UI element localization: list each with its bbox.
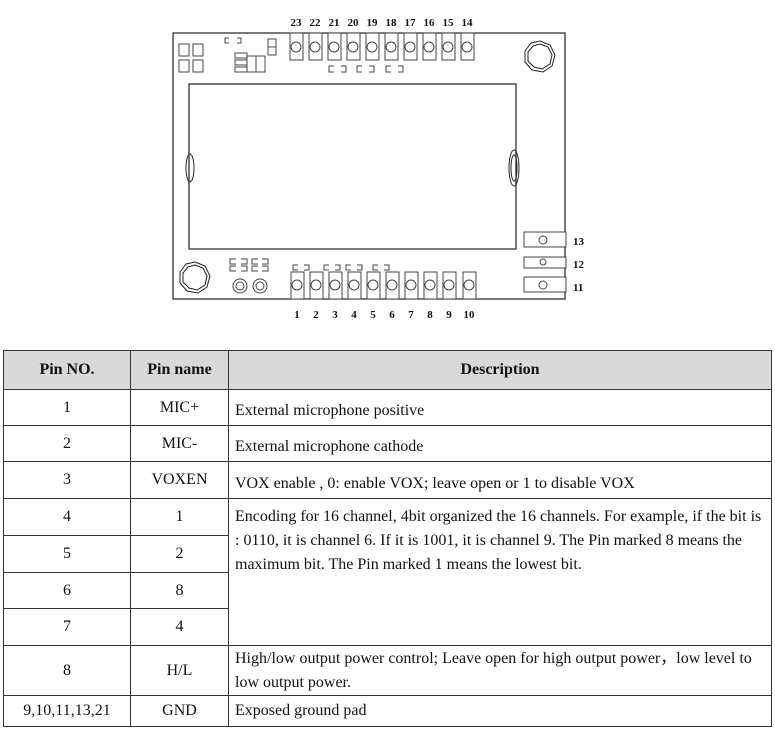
description-cell: External microphone cathode	[228, 425, 772, 462]
pin-name-cell: 1	[130, 498, 229, 536]
pin-label: 8	[427, 309, 433, 321]
pin-label: 6	[389, 309, 395, 321]
description-cell: Exposed ground pad	[228, 695, 772, 727]
pin-no-cell: 2	[3, 425, 131, 462]
pin-name-cell: VOXEN	[130, 461, 229, 499]
pin-no-cell: 5	[3, 535, 131, 573]
pin-description-table: Pin NO. Pin name Description 1 MIC+ Exte…	[3, 350, 772, 727]
pin-label: 16	[424, 17, 436, 29]
pin-label: 19	[367, 17, 379, 29]
pin-label: 21	[329, 17, 340, 29]
table-row: 8 H/L High/low output power control; Lea…	[3, 645, 772, 696]
pin-no-cell: 7	[3, 608, 131, 646]
pin-label: 1	[294, 309, 300, 321]
pcb-outline-svg: 23 22 21 20 19 18 17 16 15 14 1 2 3 4 5 …	[172, 17, 585, 321]
pin-name-cell: 8	[130, 572, 229, 609]
pin-label: 10	[464, 309, 476, 321]
pin-label: 7	[408, 309, 414, 321]
pin-no-cell: 4	[3, 498, 131, 536]
pin-label: 15	[443, 17, 455, 29]
pin-label: 12	[573, 259, 585, 271]
pin-name-cell: 2	[130, 535, 229, 573]
pin-label: 20	[348, 17, 360, 29]
pin-no-cell: 8	[3, 645, 131, 696]
pin-label: 2	[313, 309, 319, 321]
table-row: 2 MIC- External microphone cathode	[3, 425, 772, 462]
pin-label: 4	[351, 309, 357, 321]
pin-label: 22	[310, 17, 322, 29]
description-cell: Encoding for 16 channel, 4bit organized …	[228, 498, 772, 646]
pin-label: 17	[405, 17, 417, 29]
pin-no-cell: 9,10,11,13,21	[3, 695, 131, 727]
pin-no-cell: 6	[3, 572, 131, 609]
pin-label: 11	[573, 282, 583, 294]
pin-pad	[523, 276, 567, 293]
header-description: Description	[228, 350, 772, 390]
table-row: 4 1 Encoding for 16 channel, 4bit organi…	[3, 498, 772, 646]
pin-pad	[523, 231, 567, 248]
table-row: 1 MIC+ External microphone positive	[3, 389, 772, 426]
side-pin-pads	[523, 231, 567, 293]
header-pin-no: Pin NO.	[3, 350, 131, 390]
description-cell: High/low output power control; Leave ope…	[228, 645, 772, 696]
pin-label: 18	[386, 17, 398, 29]
pin-label: 23	[291, 17, 303, 29]
pin-pad	[523, 256, 567, 269]
pin-name-cell: MIC-	[130, 425, 229, 462]
table-header-row: Pin NO. Pin name Description	[3, 350, 772, 390]
pin-label: 5	[370, 309, 376, 321]
table-row: 3 VOXEN VOX enable , 0: enable VOX; leav…	[3, 461, 772, 499]
pin-name-cell: GND	[130, 695, 229, 727]
table-row: 9,10,11,13,21 GND Exposed ground pad	[3, 695, 772, 727]
description-cell: VOX enable , 0: enable VOX; leave open o…	[228, 461, 772, 499]
pin-name-cell: H/L	[130, 645, 229, 696]
description-cell: External microphone positive	[228, 389, 772, 426]
pin-no-cell: 3	[3, 461, 131, 499]
pin-name-cell: MIC+	[130, 389, 229, 426]
pin-label: 9	[446, 309, 452, 321]
pin-name-cell: 4	[130, 608, 229, 646]
pin-label: 13	[573, 236, 585, 248]
pin-label: 14	[462, 17, 474, 29]
pin-no-cell: 1	[3, 389, 131, 426]
pin-label: 3	[332, 309, 338, 321]
module-pinout-diagram: 23 22 21 20 19 18 17 16 15 14 1 2 3 4 5 …	[0, 0, 775, 340]
header-pin-name: Pin name	[130, 350, 229, 390]
